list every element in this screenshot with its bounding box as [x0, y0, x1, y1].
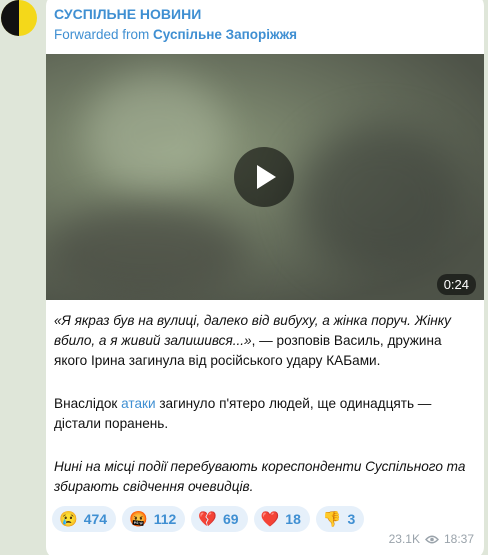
video-frame-blur	[86, 74, 226, 194]
forwarded-prefix: Forwarded from	[54, 27, 154, 42]
message-bubble: СУСПІЛЬНЕ НОВИНИ Forwarded from Суспільн…	[46, 0, 484, 555]
reaction-crying[interactable]: 😢 474	[52, 506, 117, 532]
message-paragraph-3: Нині на місці події перебувають кореспон…	[54, 459, 466, 494]
reaction-count: 474	[83, 511, 108, 527]
reaction-broken-heart[interactable]: 💔 69	[191, 506, 248, 532]
reaction-count: 3	[347, 511, 356, 527]
video-frame-blur	[46, 204, 246, 300]
forwarded-from[interactable]: Forwarded from Суспільне Запоріжжя	[54, 27, 297, 42]
message-paragraph-1: «Я якраз був на вулиці, далеко від вибух…	[54, 311, 478, 371]
reaction-thumbs-down[interactable]: 👎 3	[315, 506, 365, 532]
reaction-count: 112	[153, 511, 177, 527]
message-paragraph-2: Внаслідок атаки загинуло п'ятеро людей, …	[54, 394, 478, 434]
forwarded-source[interactable]: Суспільне Запоріжжя	[153, 27, 297, 42]
red-heart-icon: ❤️	[260, 510, 280, 528]
reaction-heart[interactable]: ❤️ 18	[253, 506, 310, 532]
avatar-dark-half	[1, 0, 19, 36]
video-duration: 0:24	[436, 274, 476, 295]
message-time: 18:37	[443, 532, 474, 546]
view-count: 23.1K	[388, 532, 420, 546]
reactions-bar: 😢 474 🤬 112 💔 69 ❤️ 18 👎 3	[52, 506, 365, 532]
video-frame-blur	[296, 124, 466, 274]
reaction-count: 69	[223, 511, 239, 527]
cursing-face-icon: 🤬	[129, 510, 148, 528]
reaction-count: 18	[285, 511, 301, 527]
channel-name[interactable]: СУСПІЛЬНЕ НОВИНИ	[54, 6, 201, 22]
play-button[interactable]	[234, 147, 294, 207]
broken-heart-icon: 💔	[198, 510, 218, 528]
crying-face-icon: 😢	[59, 510, 78, 528]
paragraph-text: Внаслідок	[54, 396, 122, 411]
thumbs-down-icon: 👎	[322, 510, 342, 528]
reaction-cursing[interactable]: 🤬 112	[122, 506, 186, 532]
channel-avatar[interactable]	[1, 0, 37, 36]
play-icon	[257, 165, 276, 189]
attack-link[interactable]: атаки	[121, 396, 155, 411]
video-player[interactable]: 0:24	[46, 54, 484, 300]
eye-icon	[425, 535, 439, 544]
message-meta: 23.1K 18:37	[389, 532, 474, 546]
